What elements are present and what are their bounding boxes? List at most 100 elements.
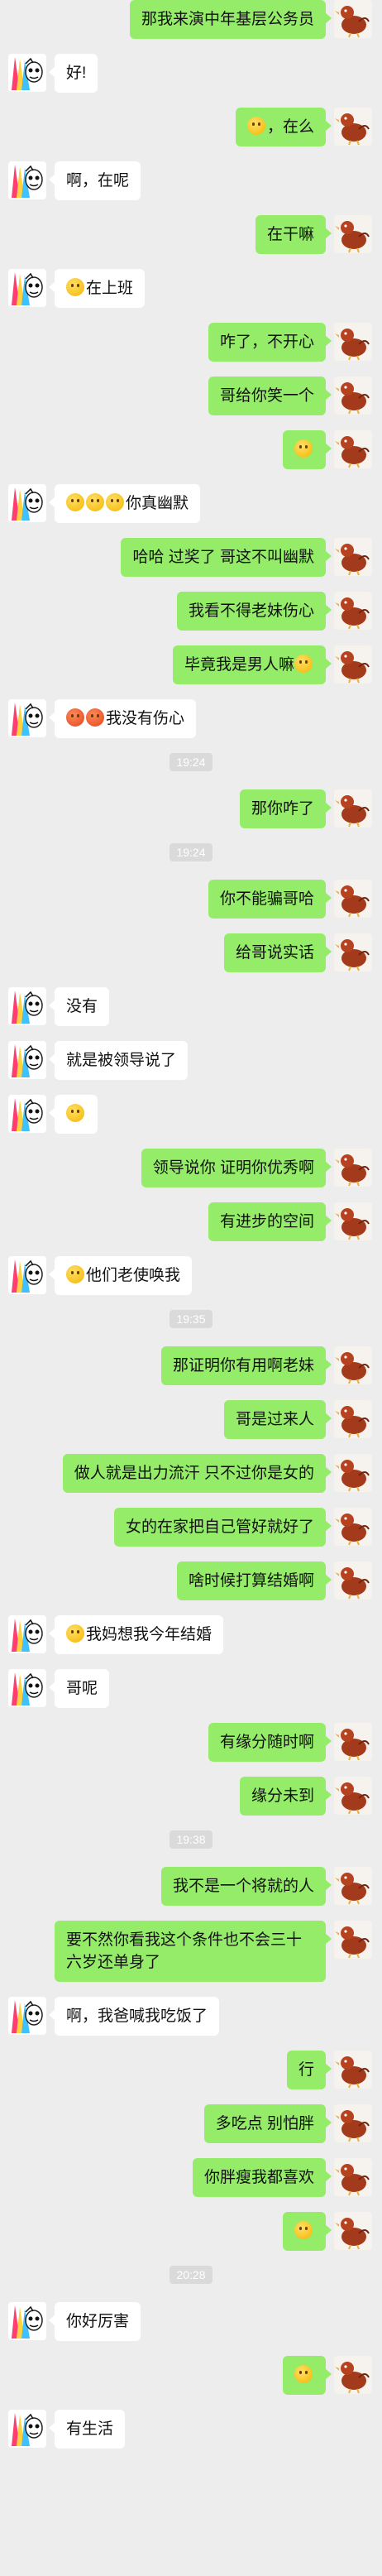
self-avatar[interactable] bbox=[334, 377, 372, 415]
sent-message-bubble[interactable]: 多吃点 别怕胖 bbox=[203, 2104, 332, 2143]
received-message-bubble[interactable]: 就是被领导说了 bbox=[48, 1041, 189, 1080]
sent-message-bubble[interactable]: 毕竟我是男人嘛 bbox=[172, 645, 332, 684]
received-message-bubble[interactable] bbox=[49, 1095, 98, 1134]
message-row: 你不能骗哥哈 bbox=[0, 880, 382, 919]
received-message-bubble[interactable]: 他们老使唤我 bbox=[48, 1256, 193, 1295]
sent-message-bubble[interactable]: 领导说你 证明你优秀啊 bbox=[141, 1149, 332, 1187]
received-message-bubble[interactable]: 我妈想我今年结婚 bbox=[48, 1615, 224, 1654]
sent-message-bubble[interactable]: 行 bbox=[286, 2051, 332, 2089]
self-avatar[interactable] bbox=[334, 2104, 372, 2142]
contact-avatar[interactable] bbox=[8, 1997, 46, 2035]
sent-message-bubble[interactable]: 在干嘛 bbox=[255, 215, 332, 254]
received-message-bubble[interactable]: 哥呢 bbox=[48, 1669, 110, 1708]
received-message-bubble[interactable]: 我没有伤心 bbox=[48, 699, 197, 738]
sent-message-bubble[interactable]: 哥给你笑一个 bbox=[208, 377, 332, 415]
self-avatar[interactable] bbox=[334, 880, 372, 918]
sent-message-bubble[interactable]: 给哥说实话 bbox=[223, 933, 332, 972]
contact-avatar[interactable] bbox=[8, 161, 46, 199]
sent-message-bubble[interactable]: 你不能骗哥哈 bbox=[208, 880, 332, 919]
self-avatar[interactable] bbox=[334, 1723, 372, 1761]
self-avatar[interactable] bbox=[334, 1202, 372, 1240]
received-message-bubble[interactable]: 啊，我爸喊我吃饭了 bbox=[48, 1997, 220, 2036]
sent-message-bubble[interactable]: 有缘分随时啊 bbox=[208, 1723, 332, 1762]
self-avatar[interactable] bbox=[334, 538, 372, 576]
message-row: 你好厉害 bbox=[0, 2302, 382, 2341]
self-avatar[interactable] bbox=[334, 2212, 372, 2250]
self-avatar[interactable] bbox=[334, 1867, 372, 1905]
received-message-bubble[interactable]: 你好厉害 bbox=[48, 2302, 141, 2341]
message-text: ，在么 bbox=[266, 118, 314, 136]
self-avatar[interactable] bbox=[334, 108, 372, 146]
self-avatar[interactable] bbox=[334, 645, 372, 684]
contact-avatar[interactable] bbox=[8, 1256, 46, 1294]
self-avatar[interactable] bbox=[334, 1561, 372, 1600]
laugh-emoji-icon bbox=[66, 493, 84, 511]
message-text: 缘分未到 bbox=[251, 1787, 314, 1805]
contact-avatar[interactable] bbox=[8, 1041, 46, 1079]
contact-avatar[interactable] bbox=[8, 54, 46, 92]
timestamp-label: 20:28 bbox=[170, 2266, 212, 2284]
message-row: 那我来演中年基层公务员 bbox=[0, 0, 382, 39]
self-avatar[interactable] bbox=[334, 2051, 372, 2089]
message-row: 就是被领导说了 bbox=[0, 1041, 382, 1080]
self-avatar[interactable] bbox=[334, 1777, 372, 1815]
message-row: 领导说你 证明你优秀啊 bbox=[0, 1149, 382, 1187]
sent-message-bubble[interactable]: 哈哈 过奖了 哥这不叫幽默 bbox=[121, 538, 332, 577]
sent-message-bubble[interactable]: 我不是一个将就的人 bbox=[160, 1867, 332, 1906]
sent-message-bubble[interactable]: 做人就是出力流汗 只不过你是女的 bbox=[62, 1454, 332, 1493]
received-message-bubble[interactable]: 你真幽默 bbox=[48, 484, 201, 523]
self-avatar[interactable] bbox=[334, 1346, 372, 1384]
self-avatar[interactable] bbox=[334, 2356, 372, 2394]
sent-message-bubble[interactable] bbox=[283, 430, 332, 469]
message-text: 有进步的空间 bbox=[219, 1213, 314, 1230]
self-avatar[interactable] bbox=[334, 1921, 372, 1959]
self-avatar[interactable] bbox=[334, 592, 372, 630]
self-avatar[interactable] bbox=[334, 430, 372, 468]
sent-message-bubble[interactable]: 哥是过来人 bbox=[223, 1400, 332, 1439]
sent-message-bubble[interactable]: 咋了，不开心 bbox=[208, 323, 332, 362]
self-avatar[interactable] bbox=[334, 1508, 372, 1546]
sent-message-bubble[interactable]: 那你咋了 bbox=[239, 789, 332, 828]
sent-message-bubble[interactable]: 你胖瘦我都喜欢 bbox=[192, 2158, 332, 2197]
received-message-bubble[interactable]: 好! bbox=[48, 54, 98, 93]
self-avatar[interactable] bbox=[334, 1400, 372, 1438]
message-text: 哥呢 bbox=[66, 1680, 98, 1697]
contact-avatar[interactable] bbox=[8, 1669, 46, 1707]
self-avatar[interactable] bbox=[334, 0, 372, 38]
laugh-emoji-icon bbox=[106, 493, 124, 511]
self-avatar[interactable] bbox=[334, 1149, 372, 1187]
contact-avatar[interactable] bbox=[8, 1615, 46, 1653]
sent-message-bubble[interactable]: 缘分未到 bbox=[239, 1777, 332, 1816]
message-row: 咋了，不开心 bbox=[0, 323, 382, 362]
sent-message-bubble[interactable]: 啥时候打算结婚啊 bbox=[176, 1561, 332, 1600]
received-message-bubble[interactable]: 在上班 bbox=[48, 269, 146, 308]
sent-message-bubble[interactable]: 有进步的空间 bbox=[208, 1202, 332, 1241]
self-avatar[interactable] bbox=[334, 1454, 372, 1492]
contact-avatar[interactable] bbox=[8, 1095, 46, 1133]
smile-emoji-icon bbox=[294, 655, 313, 673]
sent-message-bubble[interactable]: 那证明你有用啊老妹 bbox=[160, 1346, 332, 1385]
self-avatar[interactable] bbox=[334, 933, 372, 971]
received-message-bubble[interactable]: 啊，在呢 bbox=[48, 161, 141, 200]
received-message-bubble[interactable]: 没有 bbox=[48, 987, 110, 1026]
self-avatar[interactable] bbox=[334, 789, 372, 827]
contact-avatar[interactable] bbox=[8, 484, 46, 522]
sent-message-bubble[interactable]: ，在么 bbox=[235, 108, 332, 146]
contact-avatar[interactable] bbox=[8, 699, 46, 737]
contact-avatar[interactable] bbox=[8, 2302, 46, 2340]
contact-avatar[interactable] bbox=[8, 2410, 46, 2448]
self-avatar[interactable] bbox=[334, 215, 372, 253]
self-avatar[interactable] bbox=[334, 2158, 372, 2196]
message-text: 好! bbox=[66, 65, 87, 82]
contact-avatar[interactable] bbox=[8, 269, 46, 307]
message-row: 哈哈 过奖了 哥这不叫幽默 bbox=[0, 538, 382, 577]
self-avatar[interactable] bbox=[334, 323, 372, 361]
sent-message-bubble[interactable]: 要不然你看我这个条件也不会三十六岁还单身了 bbox=[55, 1921, 332, 1982]
sent-message-bubble[interactable]: 那我来演中年基层公务员 bbox=[129, 0, 332, 39]
received-message-bubble[interactable]: 有生活 bbox=[48, 2410, 126, 2449]
sent-message-bubble[interactable] bbox=[283, 2212, 332, 2251]
sent-message-bubble[interactable]: 我看不得老妹伤心 bbox=[176, 592, 332, 631]
sent-message-bubble[interactable]: 女的在家把自己管好就好了 bbox=[113, 1508, 332, 1547]
contact-avatar[interactable] bbox=[8, 987, 46, 1025]
sent-message-bubble[interactable] bbox=[283, 2356, 332, 2395]
